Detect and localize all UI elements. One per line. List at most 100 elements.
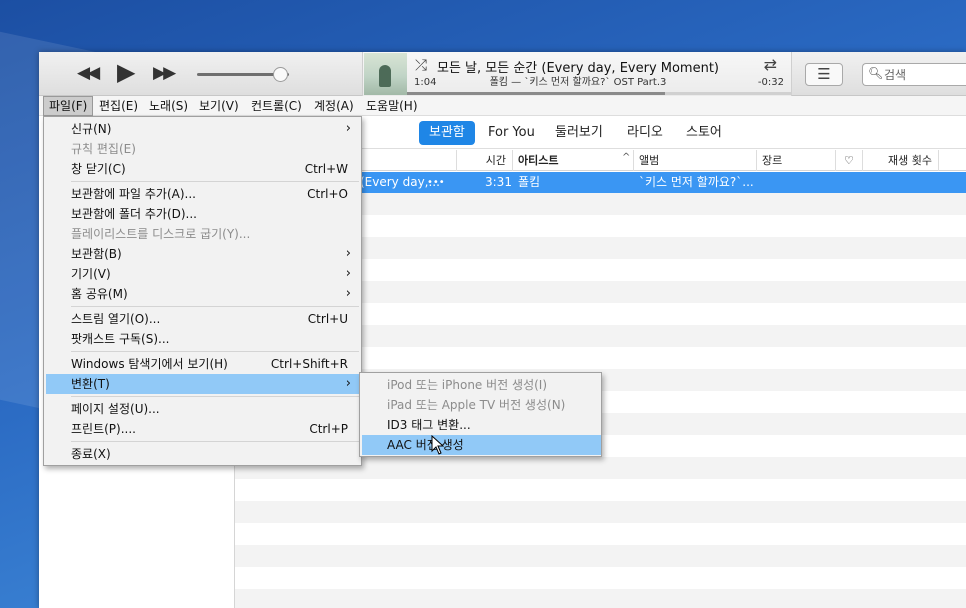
submenu-item-create-aac[interactable]: AAC 버전 생성 — [362, 435, 601, 455]
tab-radio[interactable]: 라디오 — [617, 121, 673, 145]
submenu-item-ipod-version: iPod 또는 iPhone 버전 생성(I) — [362, 375, 601, 395]
submenu-arrow-icon: › — [345, 266, 351, 281]
tab-library[interactable]: 보관함 — [419, 121, 475, 145]
menu-item-label: 종료(X) — [71, 447, 111, 461]
menu-edit[interactable]: 편집(E) — [94, 96, 143, 116]
submenu-arrow-icon: › — [345, 286, 351, 301]
menu-item-shortcut: Ctrl+P — [309, 422, 348, 436]
empty-row-stripe — [235, 545, 966, 567]
submenu-item-label: AAC 버전 생성 — [387, 438, 464, 452]
menu-file[interactable]: 파일(F) — [43, 96, 94, 116]
menu-item-label: 신규(N) — [71, 122, 112, 136]
submenu-arrow-icon: › — [345, 376, 351, 391]
tab-for-you[interactable]: For You — [478, 121, 545, 145]
now-playing-display: ⤮ 1:04 모든 날, 모든 순간 (Every day, Every Mom… — [362, 52, 792, 96]
menu-controls[interactable]: 컨트롤(C) — [246, 96, 307, 116]
menu-item-home-sharing[interactable]: 홈 공유(M) › — [46, 284, 359, 304]
menu-item-subscribe-podcast[interactable]: 팟캐스트 구독(S)... — [46, 329, 359, 349]
menu-item-close-window[interactable]: 창 닫기(C) Ctrl+W — [46, 159, 359, 179]
menu-item-library[interactable]: 보관함(B) › — [46, 244, 359, 264]
menu-item-shortcut: Ctrl+O — [307, 187, 348, 201]
menu-item-label: 변환(T) — [71, 377, 110, 391]
repeat-icon[interactable]: ⇄ — [764, 55, 777, 74]
progress-fill — [407, 92, 665, 95]
more-options-icon[interactable]: ••• — [427, 172, 445, 193]
menu-item-label: 프린트(P).... — [71, 422, 136, 436]
volume-knob[interactable] — [272, 67, 288, 82]
menu-view[interactable]: 보기(V) — [194, 96, 244, 116]
menu-separator — [71, 181, 359, 182]
menu-item-label: 팟캐스트 구독(S)... — [71, 332, 170, 346]
menu-item-label: 플레이리스트를 디스크로 굽기(Y)... — [71, 227, 251, 241]
menu-item-shortcut: Ctrl+U — [307, 312, 348, 326]
menu-item-devices[interactable]: 기기(V) › — [46, 264, 359, 284]
submenu-item-ipad-version: iPad 또는 Apple TV 버전 생성(N) — [362, 395, 601, 415]
search-box[interactable]: 🔍︎ — [862, 63, 966, 86]
menu-separator — [71, 351, 359, 352]
submenu-item-convert-id3[interactable]: ID3 태그 변환... — [362, 415, 601, 435]
fast-forward-icon[interactable]: ▶▶ — [153, 65, 176, 82]
submenu-item-label: iPad 또는 Apple TV 버전 생성(N) — [387, 398, 566, 412]
menu-separator — [71, 306, 359, 307]
menu-bar: 파일(F) 편집(E) 노래(S) 보기(V) 컨트롤(C) 계정(A) 도움말… — [39, 96, 966, 116]
column-time[interactable]: 시간 — [456, 150, 512, 171]
file-menu: 신규(N) › 규칙 편집(E) 창 닫기(C) Ctrl+W 보관함에 파일 추가… — [43, 116, 362, 466]
sort-ascending-icon[interactable]: ^ — [622, 152, 630, 163]
player-toolbar: ◀◀ ▶ ▶▶ ⤮ 1:04 모든 날, 모든 순간 (Every day, E… — [39, 52, 966, 96]
menu-item-show-in-explorer[interactable]: Windows 탐색기에서 보기(H) Ctrl+Shift+R — [46, 354, 359, 374]
menu-item-print[interactable]: 프린트(P).... Ctrl+P — [46, 419, 359, 439]
menu-item-open-stream[interactable]: 스트림 열기(O)... Ctrl+U — [46, 309, 359, 329]
menu-item-shortcut: Ctrl+W — [304, 162, 348, 176]
menu-item-label: 보관함(B) — [71, 247, 122, 261]
submenu-item-label: ID3 태그 변환... — [387, 418, 471, 432]
column-extra[interactable] — [938, 150, 966, 171]
menu-item-burn-playlist: 플레이리스트를 디스크로 굽기(Y)... — [46, 224, 359, 244]
menu-account[interactable]: 계정(A) — [309, 96, 359, 116]
menu-item-edit-rule: 규칙 편집(E) — [46, 139, 359, 159]
empty-row-stripe — [235, 501, 966, 523]
column-album[interactable]: 앨범 — [633, 150, 756, 171]
column-genre[interactable]: 장르 — [756, 150, 835, 171]
mouse-cursor-icon — [431, 435, 445, 455]
menu-item-add-folder[interactable]: 보관함에 폴더 추가(D)... — [46, 204, 359, 224]
remaining-time: -0:32 — [757, 77, 784, 88]
play-icon[interactable]: ▶ — [117, 60, 135, 84]
menu-song[interactable]: 노래(S) — [144, 96, 193, 116]
track-time: 3:31 — [485, 175, 512, 189]
menu-item-add-file[interactable]: 보관함에 파일 추가(A)... Ctrl+O — [46, 184, 359, 204]
menu-separator — [71, 441, 359, 442]
rewind-icon[interactable]: ◀◀ — [77, 65, 100, 82]
tab-store[interactable]: 스토어 — [676, 121, 732, 145]
column-artist[interactable]: 아티스트 — [512, 150, 633, 171]
column-love[interactable]: ♡ — [835, 150, 862, 171]
empty-row-stripe — [235, 567, 966, 589]
menu-item-label: Windows 탐색기에서 보기(H) — [71, 357, 228, 371]
tab-browse[interactable]: 둘러보기 — [545, 121, 613, 145]
menu-item-new[interactable]: 신규(N) › — [46, 119, 359, 139]
convert-submenu: iPod 또는 iPhone 버전 생성(I) iPad 또는 Apple TV… — [359, 372, 602, 457]
menu-item-shortcut: Ctrl+Shift+R — [270, 357, 348, 371]
up-next-list-button[interactable]: ☰ — [805, 63, 843, 86]
menu-item-label: 스트림 열기(O)... — [71, 312, 161, 326]
menu-item-label: 규칙 편집(E) — [71, 142, 136, 156]
empty-row-stripe — [235, 523, 966, 545]
empty-row-stripe — [235, 589, 966, 608]
empty-row-stripe — [235, 479, 966, 501]
track-artist: 폴킴 — [518, 175, 541, 189]
menu-item-exit[interactable]: 종료(X) — [46, 444, 359, 464]
submenu-arrow-icon: › — [345, 121, 351, 136]
menu-item-convert[interactable]: 변환(T) › — [46, 374, 359, 394]
menu-item-page-setup[interactable]: 페이지 설정(U)... — [46, 399, 359, 419]
menu-item-label: 창 닫기(C) — [71, 162, 126, 176]
search-icon[interactable]: 🔍︎ — [868, 66, 883, 80]
menu-item-label: 페이지 설정(U)... — [71, 402, 160, 416]
song-artist-album: 폴킴 — `키스 먼저 할까요?` OST Part.3 — [489, 77, 667, 88]
menu-item-label: 홈 공유(M) — [71, 287, 128, 301]
column-play-count[interactable]: 재생 횟수 — [862, 150, 938, 171]
playback-progress[interactable] — [407, 92, 792, 95]
search-input[interactable] — [884, 66, 964, 83]
menu-item-label: 기기(V) — [71, 267, 111, 281]
menu-help[interactable]: 도움말(H) — [361, 96, 423, 116]
menu-separator — [71, 396, 359, 397]
list-icon: ☰ — [817, 65, 831, 83]
